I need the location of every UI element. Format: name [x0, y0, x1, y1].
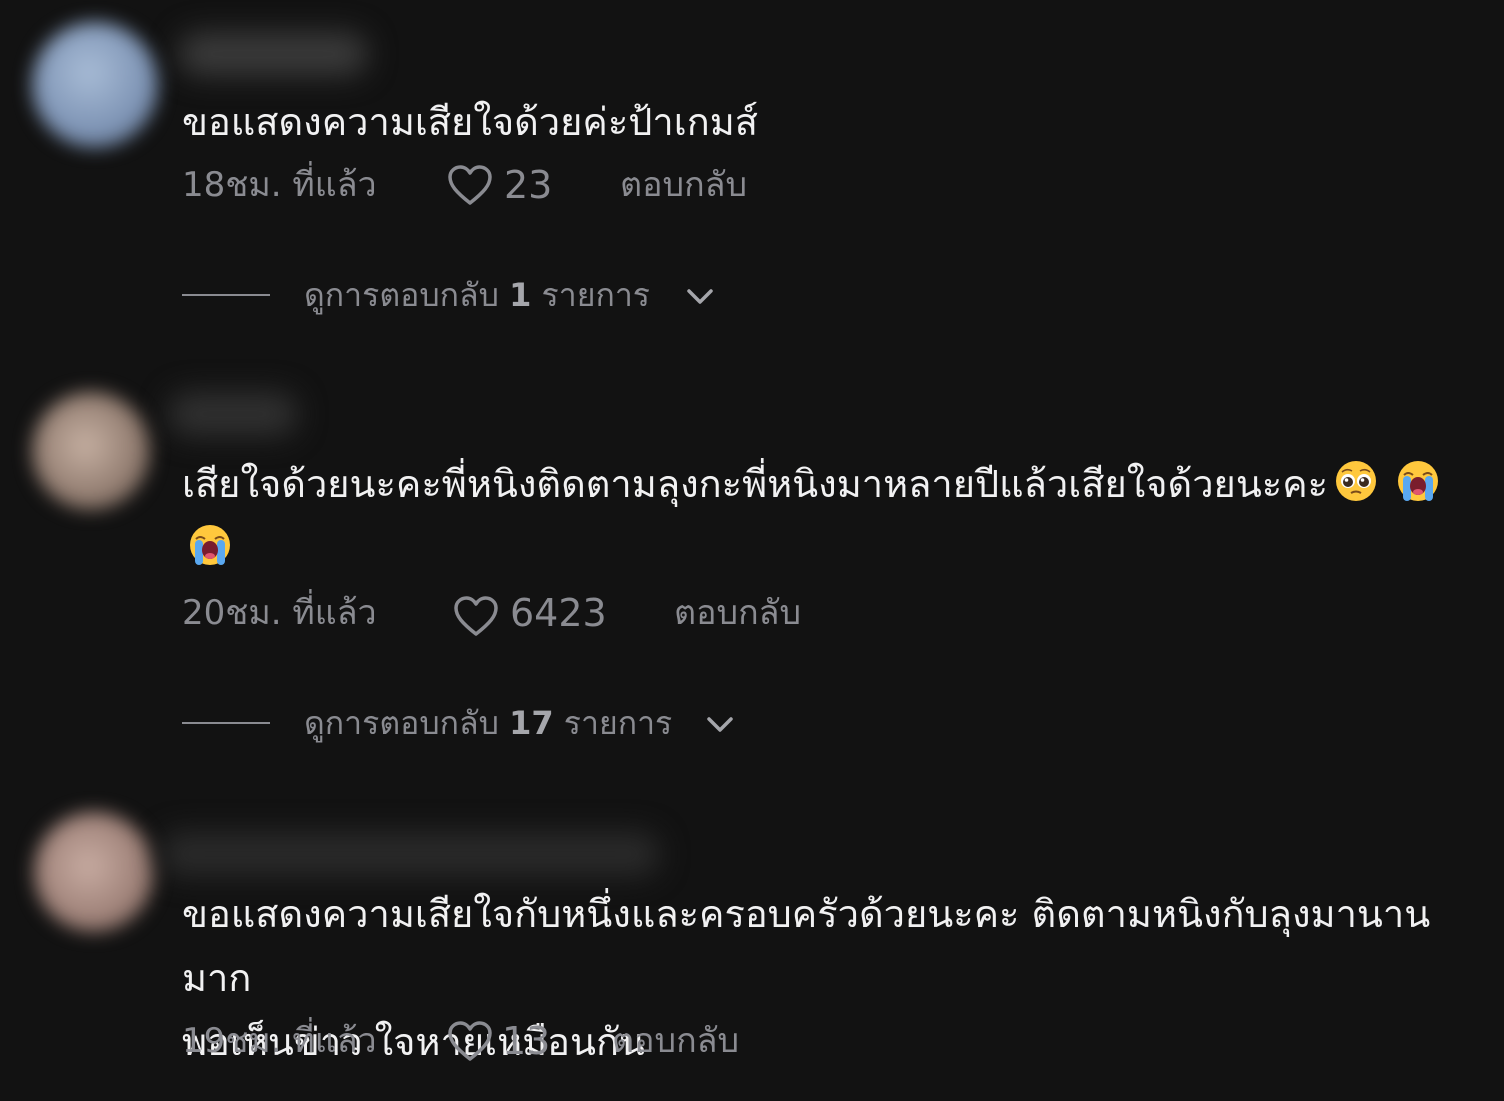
reply-count: 17 [509, 704, 554, 742]
comment-meta: 19ชม. ที่แล้ว 13 ตอบกลับ [182, 1016, 882, 1066]
comment-timestamp: 19ชม. ที่แล้ว [182, 1021, 377, 1061]
comment-text: เสียใจด้วยนะคะพี่หนิงติดตามลุงกะพี่หนิงม… [182, 452, 1482, 580]
reply-button[interactable]: ตอบกลับ [620, 160, 747, 210]
chevron-down-icon[interactable] [684, 280, 716, 312]
avatar[interactable] [34, 812, 154, 932]
comment-text-content: เสียใจด้วยนะคะพี่หนิงติดตามลุงกะพี่หนิงม… [182, 462, 1329, 506]
chevron-down-icon[interactable] [704, 708, 736, 740]
comment-timestamp: 20ชม. ที่แล้ว [182, 593, 377, 633]
heart-icon[interactable] [446, 162, 494, 210]
username-blurred[interactable] [168, 392, 298, 436]
loudly-crying-face-emoji [1398, 461, 1439, 501]
divider-line [182, 722, 270, 724]
comment-timestamp: 18ชม. ที่แล้ว [182, 165, 377, 205]
like-count: 13 [502, 1019, 551, 1063]
username-blurred[interactable] [160, 832, 660, 876]
reply-count: 1 [509, 276, 532, 314]
comment-meta: 20ชม. ที่แล้ว 6423 ตอบกลับ [182, 588, 942, 638]
comment-text-line-1: ขอแสดงความเสียใจกับหนึ่งและครอบครัวด้วยน… [182, 892, 1431, 1000]
like-count: 6423 [510, 591, 607, 635]
username-blurred[interactable] [178, 32, 368, 76]
comment-text-content: ขอแสดงความเสียใจด้วยค่ะป้าเกมส์ [182, 100, 758, 144]
comment-meta: 18ชม. ที่แล้ว 23 ตอบกลับ [182, 160, 882, 210]
loudly-crying-face-emoji [190, 525, 230, 565]
like-count: 23 [504, 163, 553, 207]
heart-icon[interactable] [446, 1018, 494, 1066]
view-replies-label[interactable]: ดูการตอบกลับ 17 รายการ [304, 698, 672, 748]
view-replies-button[interactable]: ดูการตอบกลับ 1 รายการ [182, 270, 742, 320]
avatar[interactable] [32, 392, 150, 510]
heart-icon[interactable] [452, 593, 500, 641]
reply-button[interactable]: ตอบกลับ [674, 588, 801, 638]
reply-button[interactable]: ตอบกลับ [612, 1016, 739, 1066]
view-replies-label[interactable]: ดูการตอบกลับ 1 รายการ [304, 270, 650, 320]
divider-line [182, 294, 270, 296]
avatar[interactable] [32, 22, 158, 148]
view-replies-button[interactable]: ดูการตอบกลับ 17 รายการ [182, 698, 762, 748]
comment-text: ขอแสดงความเสียใจด้วยค่ะป้าเกมส์ [182, 90, 1482, 154]
pleading-face-emoji [1336, 461, 1377, 501]
